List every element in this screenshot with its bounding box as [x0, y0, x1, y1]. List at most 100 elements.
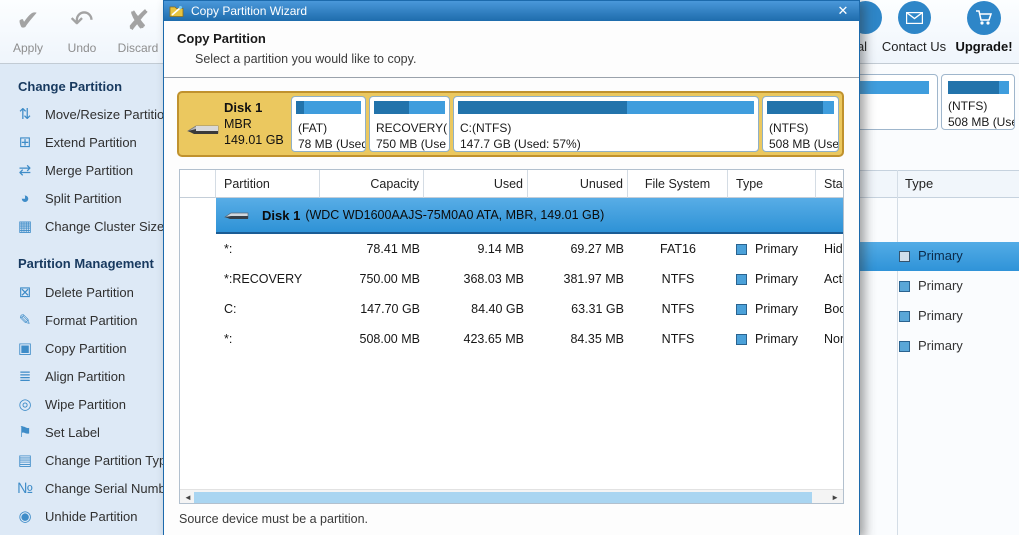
bg-table-gridline [897, 170, 898, 535]
sidebar-item-cluster-size[interactable]: ▦ Change Cluster Size [10, 212, 164, 240]
partition-row-ntfs[interactable]: *: 508.00 MB 423.65 MB 84.35 MB NTFS Pri… [180, 324, 843, 354]
bg-partition-type-icon [899, 311, 910, 322]
shopping-cart-icon [976, 10, 993, 25]
usage-bar [767, 101, 834, 114]
upgrade-label[interactable]: Upgrade! [950, 39, 1018, 54]
discard-x-icon: ✘ [126, 5, 150, 36]
id-document-icon: ▤ [17, 452, 33, 469]
col-spacer [180, 170, 216, 198]
bg-partition-block-ntfs[interactable]: (NTFS) 508 MB (Use [941, 74, 1015, 130]
bg-row-type: Primary [918, 248, 963, 263]
bg-row-type[interactable]: Primary [918, 278, 963, 293]
sidebar-item-set-label[interactable]: ⚑ Set Label [10, 418, 100, 446]
cell-capacity: 508.00 MB [359, 332, 420, 346]
usage-bar-used [296, 101, 304, 114]
wizard-icon [169, 6, 184, 17]
contact-us-button[interactable] [898, 1, 931, 34]
disk-strip-panel: Disk 1 MBR 149.01 GB (FAT) 78 MB (Used R… [177, 91, 844, 157]
col-file-system: File System [628, 170, 728, 198]
sidebar-item-wipe[interactable]: ◎ Wipe Partition [10, 390, 125, 418]
cell-unused: 84.35 MB [570, 332, 624, 346]
sidebar-item-split[interactable]: ◕ Split Partition [10, 184, 121, 212]
disk-drive-icon [186, 125, 219, 134]
cell-unused: 69.27 MB [570, 242, 624, 256]
scrollbar-thumb[interactable] [194, 492, 812, 503]
bg-usage-bar-free [948, 81, 1009, 94]
dialog-footnote: Source device must be a partition. [179, 512, 368, 526]
upgrade-button[interactable] [967, 1, 1001, 35]
cell-partition: *: [224, 242, 233, 256]
partition-row-c[interactable]: C: 147.70 GB 84.40 GB 63.31 GB NTFS Prim… [180, 294, 843, 324]
scroll-left-icon[interactable]: ◄ [184, 493, 192, 502]
cell-file-system: NTFS [661, 332, 695, 346]
cluster-size-icon: ▦ [17, 218, 33, 235]
partition-type-icon [736, 273, 747, 285]
cell-capacity: 147.70 GB [360, 302, 420, 316]
cell-unused: 381.97 MB [563, 272, 624, 286]
contact-us-label[interactable]: Contact Us [880, 39, 948, 54]
cell-file-system: FAT16 [660, 242, 696, 256]
apply-check-icon: ✔ [16, 5, 40, 36]
partition-type-icon [736, 303, 747, 315]
copy-icon: ▣ [17, 340, 33, 357]
cell-type: Primary [755, 332, 799, 346]
disk-row-selected[interactable]: Disk 1 (WDC WD1600AAJS-75M0A0 ATA, MBR, … [216, 198, 843, 234]
col-partition: Partition [216, 170, 320, 198]
envelope-icon [906, 11, 923, 24]
partition-block-fat[interactable]: (FAT) 78 MB (Used [291, 96, 366, 152]
usage-bar [296, 101, 361, 114]
serial-number-icon: № [16, 479, 34, 497]
partition-row-recovery[interactable]: *:RECOVERY 750.00 MB 368.03 MB 381.97 MB… [180, 264, 843, 294]
sidebar-item-format[interactable]: ✎ Format Partition [10, 306, 138, 334]
disk-style: MBR [224, 117, 252, 131]
dialog-titlebar[interactable]: Copy Partition Wizard ✕ [164, 1, 859, 21]
bg-partition-label: (NTFS) [948, 99, 988, 113]
close-icon[interactable]: ✕ [834, 2, 852, 19]
col-capacity: Capacity [320, 170, 424, 198]
header-separator [164, 77, 859, 78]
partition-row-fat[interactable]: *: 78.41 MB 9.14 MB 69.27 MB FAT16 Prima… [180, 234, 843, 264]
disk-name: Disk 1 [224, 100, 263, 115]
disk-row-name: Disk 1 [262, 207, 301, 223]
wipe-icon: ◎ [18, 396, 32, 413]
cell-unused: 63.31 GB [571, 302, 624, 316]
sidebar-item-delete[interactable]: ⊠ Delete Partition [10, 278, 134, 306]
partition-label: C:(NTFS) [460, 121, 512, 135]
sidebar-item-move-resize[interactable]: ⇅ Move/Resize Partition [10, 100, 172, 128]
cell-partition: *: [224, 332, 233, 346]
col-unused: Unused [528, 170, 628, 198]
partition-block-ntfs[interactable]: (NTFS) 508 MB (Use [762, 96, 839, 152]
cell-status: Hidden [824, 242, 843, 256]
dialog-heading: Copy Partition [177, 31, 266, 46]
sidebar-item-change-serial[interactable]: № Change Serial Number [10, 474, 177, 502]
move-resize-icon: ⇅ [18, 106, 32, 123]
scroll-right-icon[interactable]: ► [831, 493, 839, 502]
bg-row-type[interactable]: Primary [918, 338, 963, 353]
bg-usage-bar-used [948, 81, 999, 94]
apply-button[interactable]: ✔ Apply [4, 4, 52, 55]
usage-bar [458, 101, 754, 114]
col-type: Type [728, 170, 816, 198]
sidebar-item-merge[interactable]: ⇄ Merge Partition [10, 156, 133, 184]
sidebar-item-align[interactable]: ≣ Align Partition [10, 362, 126, 390]
cell-used: 368.03 MB [463, 272, 524, 286]
partition-block-c[interactable]: C:(NTFS) 147.7 GB (Used: 57%) [453, 96, 759, 152]
partition-type-icon [736, 243, 747, 255]
sidebar-item-copy[interactable]: ▣ Copy Partition [10, 334, 127, 362]
partition-size: 750 MB (Use [376, 137, 447, 151]
col-used: Used [424, 170, 528, 198]
merge-partition-icon: ⇄ [18, 162, 32, 179]
cell-type: Primary [755, 302, 799, 316]
partition-block-recovery[interactable]: RECOVERY( 750 MB (Use [369, 96, 450, 152]
sidebar-item-extend[interactable]: ⊞ Extend Partition [10, 128, 137, 156]
bg-partition-type-icon [899, 341, 910, 352]
bg-row-type[interactable]: Primary [918, 308, 963, 323]
trash-icon: ⊠ [18, 284, 32, 301]
sidebar-item-unhide[interactable]: ◉ Unhide Partition [10, 502, 137, 530]
cell-capacity: 78.41 MB [366, 242, 420, 256]
sidebar-item-change-type[interactable]: ▤ Change Partition Type [10, 446, 174, 474]
undo-button[interactable]: ↶ Undo [56, 4, 108, 55]
horizontal-scrollbar[interactable]: ◄ ► [180, 489, 843, 503]
cell-type: Primary [755, 272, 799, 286]
discard-button[interactable]: ✘ Discard [110, 4, 166, 55]
